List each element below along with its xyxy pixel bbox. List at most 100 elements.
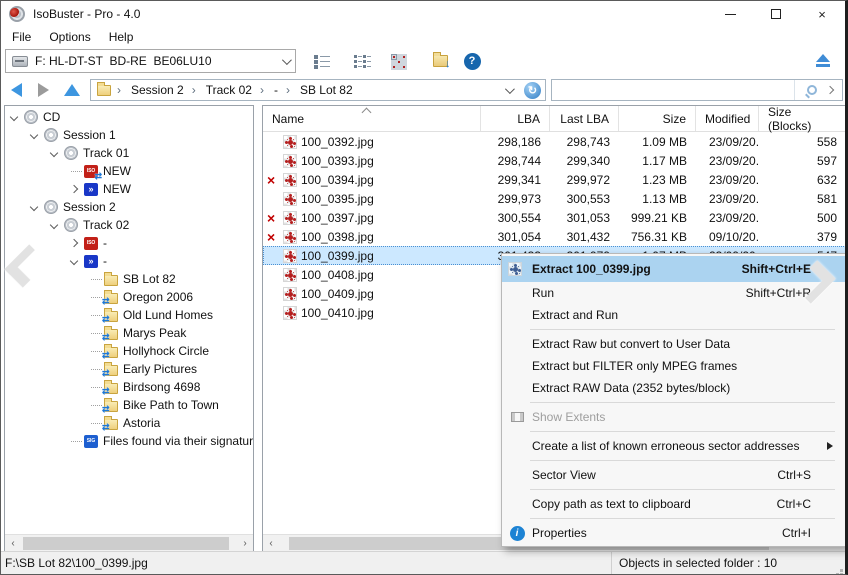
breadcrumb-item-item[interactable]: - bbox=[256, 83, 282, 97]
file-row-100-0398-jpg[interactable]: ×100_0398.jpg301,054301,432756.31 KB09/1… bbox=[263, 227, 846, 246]
menu-item-sector-view[interactable]: Sector ViewCtrl+S bbox=[502, 464, 845, 486]
tree-item-item[interactable]: ISO- bbox=[5, 234, 253, 252]
menu-item-extract-raw-but-convert-to-user-data[interactable]: Extract Raw but convert to User Data bbox=[502, 333, 845, 355]
breadcrumb-dropdown-icon[interactable] bbox=[505, 84, 515, 94]
tree-item-sb-lot-82[interactable]: SB Lot 82 bbox=[5, 270, 253, 288]
tree-item-early-pictures[interactable]: Early Pictures bbox=[5, 360, 253, 378]
menu-item-properties[interactable]: iPropertiesCtrl+I bbox=[502, 522, 845, 544]
menu-item-extract-raw-data-2352-bytes-block[interactable]: Extract RAW Data (2352 bytes/block) bbox=[502, 377, 845, 399]
tree-item-hollyhock-circle[interactable]: Hollyhock Circle bbox=[5, 342, 253, 360]
column-header-lba[interactable]: LBA bbox=[481, 106, 550, 131]
file-name-cell: 100_0393.jpg bbox=[263, 154, 481, 168]
menu-help[interactable]: Help bbox=[100, 30, 143, 44]
chevron-right-icon[interactable] bbox=[70, 239, 78, 247]
chevron-down-icon[interactable] bbox=[30, 203, 38, 211]
chevron-down-icon[interactable] bbox=[50, 221, 58, 229]
up-button[interactable] bbox=[64, 84, 80, 96]
tree-item-track-02[interactable]: Track 02 bbox=[5, 216, 253, 234]
help-button[interactable]: ? bbox=[458, 48, 486, 74]
resize-grip-icon[interactable] bbox=[840, 569, 843, 572]
extents-icon bbox=[511, 412, 524, 422]
file-blocks: 632 bbox=[759, 173, 846, 187]
search-go-icon[interactable] bbox=[826, 86, 834, 94]
forward-button[interactable] bbox=[38, 83, 49, 97]
chevron-right-icon[interactable] bbox=[70, 185, 78, 193]
chevron-down-icon[interactable] bbox=[282, 55, 292, 65]
scrollbar-thumb[interactable] bbox=[23, 537, 229, 550]
maximize-button[interactable] bbox=[753, 1, 799, 27]
column-header-name[interactable]: Name bbox=[263, 106, 481, 131]
file-modified: 23/09/20... bbox=[696, 173, 759, 187]
refresh-icon[interactable]: ↻ bbox=[524, 82, 541, 99]
tree-item-cd[interactable]: CD bbox=[5, 108, 253, 126]
minimize-button[interactable] bbox=[707, 1, 753, 27]
menu-item-create-a-list-of-known-erroneous-sector-addresses[interactable]: Create a list of known erroneous sector … bbox=[502, 435, 845, 457]
menu-options[interactable]: Options bbox=[40, 30, 99, 44]
menu-file[interactable]: File bbox=[3, 30, 40, 44]
tree-item-marys-peak[interactable]: Marys Peak bbox=[5, 324, 253, 342]
chevron-down-icon[interactable] bbox=[30, 131, 38, 139]
extract-button[interactable] bbox=[426, 48, 454, 74]
tree-item-birdsong-4698[interactable]: Birdsong 4698 bbox=[5, 378, 253, 396]
drive-selector-value: F: HL-DT-ST BD-RE BE06LU10 bbox=[35, 54, 212, 68]
file-modified: 23/09/20... bbox=[696, 135, 759, 149]
tree-horizontal-scrollbar[interactable]: ‹ › bbox=[5, 534, 253, 551]
column-header-last-lba[interactable]: Last LBA bbox=[550, 106, 619, 131]
scroll-left-icon[interactable]: ‹ bbox=[5, 535, 21, 551]
scroll-right-icon[interactable]: › bbox=[237, 535, 253, 551]
tree-item-new[interactable]: ISONEW bbox=[5, 162, 253, 180]
drive-selector[interactable]: F: HL-DT-ST BD-RE BE06LU10 bbox=[5, 49, 296, 73]
details-view-button[interactable] bbox=[348, 48, 376, 74]
breadcrumb-item-sb-lot-82[interactable]: SB Lot 82 bbox=[282, 83, 357, 97]
eject-button[interactable] bbox=[815, 54, 831, 68]
extract-folder-icon bbox=[433, 55, 448, 67]
tree-item-new[interactable]: »NEW bbox=[5, 180, 253, 198]
menu-item-label: Properties bbox=[532, 526, 782, 540]
file-row-100-0394-jpg[interactable]: ×100_0394.jpg299,341299,9721.23 MB23/09/… bbox=[263, 170, 846, 189]
tree-item-session-1[interactable]: Session 1 bbox=[5, 126, 253, 144]
tree-item-old-lund-homes[interactable]: Old Lund Homes bbox=[5, 306, 253, 324]
jpg-file-icon bbox=[283, 192, 297, 206]
close-button[interactable]: × bbox=[799, 1, 845, 27]
file-blocks: 500 bbox=[759, 211, 846, 225]
menu-item-extract-100-0399-jpg[interactable]: Extract 100_0399.jpgShift+Ctrl+E bbox=[502, 256, 845, 282]
search-icon[interactable] bbox=[807, 85, 817, 95]
breadcrumb-item-session-2[interactable]: Session 2 bbox=[113, 83, 188, 97]
column-header-modified[interactable]: Modified bbox=[696, 106, 759, 131]
scrollbar-track[interactable] bbox=[21, 535, 237, 551]
file-lba: 301,054 bbox=[481, 230, 550, 244]
tree-item-oregon-2006[interactable]: Oregon 2006 bbox=[5, 288, 253, 306]
file-name: 100_0394.jpg bbox=[301, 173, 374, 187]
search-input[interactable] bbox=[552, 80, 794, 100]
file-modified: 23/09/20... bbox=[696, 211, 759, 225]
menu-item-label: Extract Raw but convert to User Data bbox=[532, 337, 837, 351]
file-row-100-0397-jpg[interactable]: ×100_0397.jpg300,554301,053999.21 KB23/0… bbox=[263, 208, 846, 227]
scroll-left-icon[interactable]: ‹ bbox=[263, 535, 279, 551]
file-row-100-0392-jpg[interactable]: 100_0392.jpg298,186298,7431.09 MB23/09/2… bbox=[263, 132, 846, 151]
tree-item-session-2[interactable]: Session 2 bbox=[5, 198, 253, 216]
column-header-size-blocks[interactable]: Size (Blocks) bbox=[759, 106, 846, 131]
menu-item-copy-path-as-text-to-clipboard[interactable]: Copy path as text to clipboardCtrl+C bbox=[502, 493, 845, 515]
tree-item-label: Astoria bbox=[123, 416, 160, 430]
file-row-100-0395-jpg[interactable]: 100_0395.jpg299,973300,5531.13 MB23/09/2… bbox=[263, 189, 846, 208]
tree-item-astoria[interactable]: Astoria bbox=[5, 414, 253, 432]
close-icon: × bbox=[818, 7, 826, 22]
chevron-down-icon[interactable] bbox=[10, 113, 18, 121]
file-lba: 299,341 bbox=[481, 173, 550, 187]
tree-item-files-found-via-their-signature[interactable]: SIGFiles found via their signature bbox=[5, 432, 253, 450]
list-view-button[interactable] bbox=[308, 48, 336, 74]
chevron-down-icon[interactable] bbox=[50, 149, 58, 157]
grid-view-button[interactable] bbox=[384, 48, 412, 74]
file-row-100-0393-jpg[interactable]: 100_0393.jpg298,744299,3401.17 MB23/09/2… bbox=[263, 151, 846, 170]
back-button[interactable] bbox=[11, 83, 22, 97]
file-blocks: 558 bbox=[759, 135, 846, 149]
tree-item-track-01[interactable]: Track 01 bbox=[5, 144, 253, 162]
file-name: 100_0397.jpg bbox=[301, 211, 374, 225]
chevron-down-icon[interactable] bbox=[70, 257, 78, 265]
tree-connector bbox=[91, 423, 102, 424]
breadcrumb-item-track-02[interactable]: Track 02 bbox=[188, 83, 256, 97]
menu-item-extract-and-run[interactable]: Extract and Run bbox=[502, 304, 845, 326]
column-header-size[interactable]: Size bbox=[619, 106, 696, 131]
menu-item-extract-but-filter-only-mpeg-frames[interactable]: Extract but FILTER only MPEG frames bbox=[502, 355, 845, 377]
tree-item-bike-path-to-town[interactable]: Bike Path to Town bbox=[5, 396, 253, 414]
